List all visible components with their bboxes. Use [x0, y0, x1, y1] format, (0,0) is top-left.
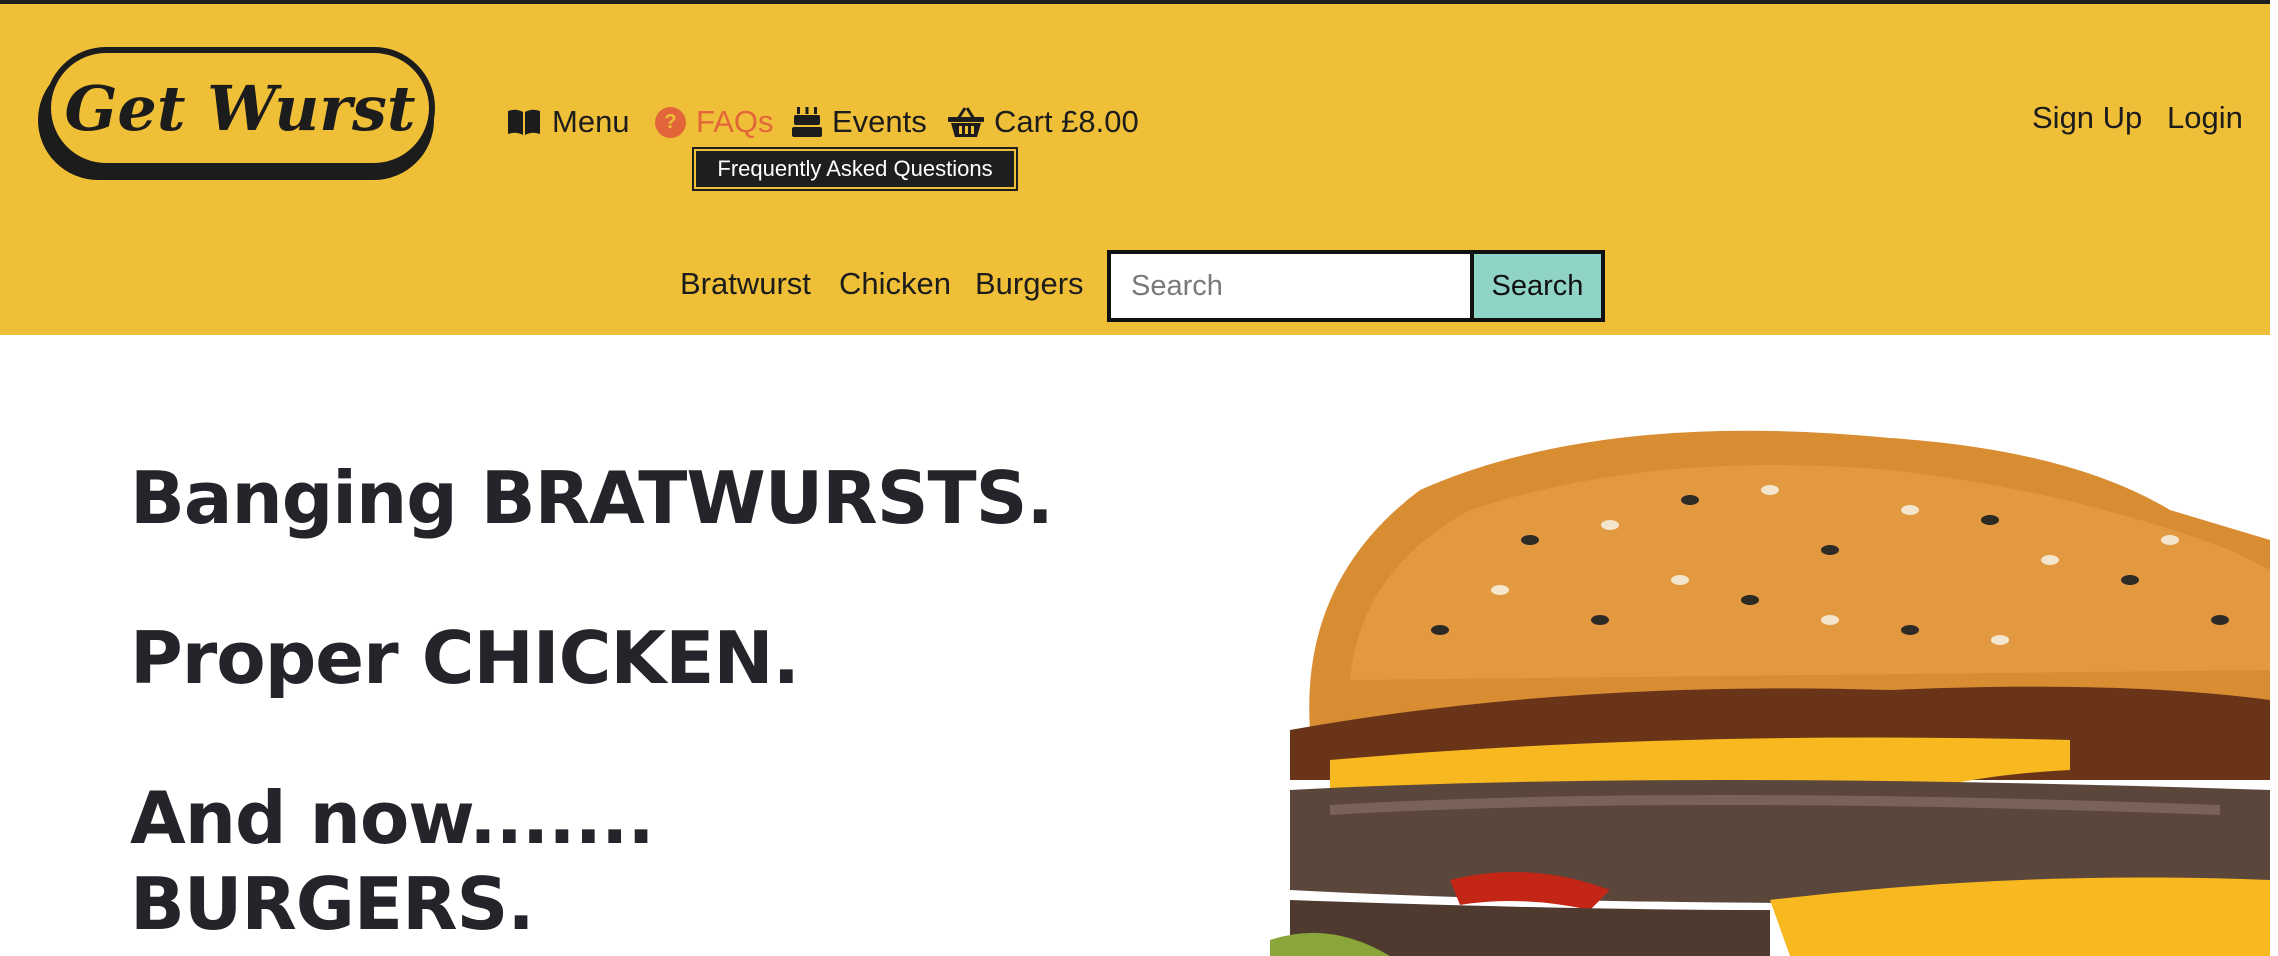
hero-line-and-now: And now.......: [130, 776, 655, 860]
basket-icon: [948, 107, 984, 137]
nav-cart[interactable]: Cart £8.00: [948, 100, 1139, 144]
hero-line-burgers: BURGERS.: [130, 862, 535, 946]
sign-up-link[interactable]: Sign Up: [2032, 100, 2142, 136]
page-edge: [2270, 0, 2278, 956]
nav-menu[interactable]: Menu: [506, 100, 630, 144]
nav-events-label: Events: [832, 104, 927, 139]
search-input[interactable]: [1107, 250, 1473, 322]
category-bratwurst-link[interactable]: Bratwurst: [680, 266, 811, 302]
login-link[interactable]: Login: [2167, 100, 2243, 136]
category-chicken-link[interactable]: Chicken: [839, 266, 951, 302]
hero-line-bratwursts: Banging BRATWURSTS.: [130, 456, 1054, 540]
site-header: Get Wurst Menu ? FAQs Events Cart £8.00 …: [0, 4, 2270, 335]
logo-link[interactable]: Get Wurst: [32, 46, 446, 191]
nav-faqs[interactable]: ? FAQs: [655, 100, 774, 144]
nav-events[interactable]: Events: [792, 100, 927, 144]
category-burgers-link[interactable]: Burgers: [975, 266, 1084, 302]
faqs-tooltip: Frequently Asked Questions: [692, 147, 1018, 191]
get-wurst-logo: Get Wurst: [38, 47, 435, 180]
hero-line-chicken: Proper CHICKEN.: [130, 616, 800, 700]
cake-icon: [792, 107, 822, 137]
logo-text: Get Wurst: [64, 72, 415, 145]
nav-menu-label: Menu: [552, 104, 630, 139]
nav-faqs-label: FAQs: [696, 104, 774, 139]
burger-image: [1270, 430, 2270, 956]
book-icon: [508, 109, 540, 135]
search-button[interactable]: Search: [1470, 250, 1605, 322]
nav-cart-label: Cart £8.00: [994, 104, 1139, 139]
question-circle-icon: ?: [655, 106, 686, 138]
